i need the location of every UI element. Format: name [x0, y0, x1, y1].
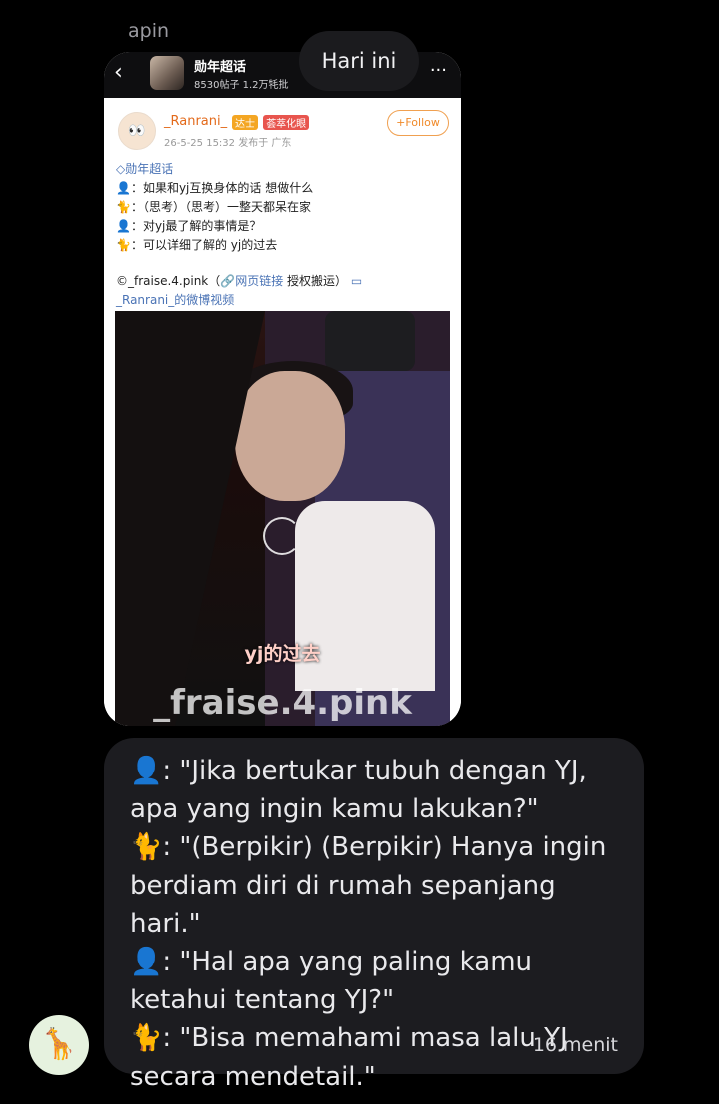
- video-subtitle: yj的过去: [244, 643, 321, 665]
- video-watermark: _fraise.4.pink: [153, 683, 412, 723]
- image-message[interactable]: ‹ 勋年超话 8530帖子 1.2万牦批 ··· 👀 _Ranrani_ 达士 …: [104, 52, 461, 726]
- post-content: 👤：如果和yj互换身体的话 想做什么 🐈：（思考）（思考）一整天都呆在家 👤：对…: [116, 179, 313, 255]
- giraffe-icon[interactable]: 🦒: [29, 1015, 89, 1075]
- date-pill: Hari ini: [299, 31, 419, 91]
- video-face: [235, 371, 345, 501]
- post-line: 🐈：可以详细了解的 yj的过去: [116, 238, 278, 252]
- badge-2: 荟萃化眼: [263, 115, 310, 130]
- follow-button: +Follow: [387, 110, 449, 136]
- topic-subtitle: 8530帖子 1.2万牦批: [194, 80, 289, 91]
- topic-avatar: [150, 56, 184, 90]
- source-credit: ©_fraise.4.pink（: [116, 274, 221, 288]
- link-icon: 🔗: [220, 274, 236, 288]
- sender-name: apin: [128, 20, 170, 42]
- source-note: 授权搬运）: [283, 274, 348, 288]
- video-mask-figure: [325, 311, 415, 371]
- post-source: ©_fraise.4.pink（🔗网页链接 授权搬运） ▭ _Ranrani_的…: [116, 272, 362, 310]
- post-line: 👤：对yj最了解的事情是？: [116, 219, 262, 233]
- text-message[interactable]: 👤: "Jika bertukar tubuh dengan YJ, apa y…: [104, 738, 644, 1092]
- back-arrow-icon: ‹: [114, 60, 123, 85]
- badge-1: 达士: [232, 115, 258, 130]
- weibo-post: 👀 _Ranrani_ 达士 荟萃化眼 26-5-25 15:32 发布于 广东…: [104, 98, 461, 726]
- message-time: 16 menit: [532, 1034, 618, 1056]
- post-avatar: 👀: [118, 112, 156, 150]
- topic-label: 勋年超话: [125, 162, 174, 176]
- post-line: 🐈：（思考）（思考）一整天都呆在家: [116, 200, 311, 214]
- post-username: _Ranrani_: [164, 114, 228, 129]
- more-icon: ···: [429, 60, 447, 81]
- post-meta: 26-5-25 15:32 发布于 广东: [164, 138, 292, 149]
- video-player: yj的过去 _fraise.4.pink: [115, 311, 450, 726]
- diamond-icon: ◇: [116, 162, 126, 176]
- user-badges: 达士 荟萃化眼: [232, 115, 311, 130]
- video-icon: ▭: [347, 274, 363, 288]
- topic-title: 勋年超话: [194, 60, 247, 75]
- web-link: 网页链接: [235, 274, 284, 288]
- loading-spinner-icon: [263, 517, 301, 555]
- post-line: 👤：如果和yj互换身体的话 想做什么: [116, 181, 314, 195]
- video-source-label: _Ranrani_的微博视频: [116, 293, 235, 307]
- post-topic: ◇勋年超话: [116, 160, 173, 177]
